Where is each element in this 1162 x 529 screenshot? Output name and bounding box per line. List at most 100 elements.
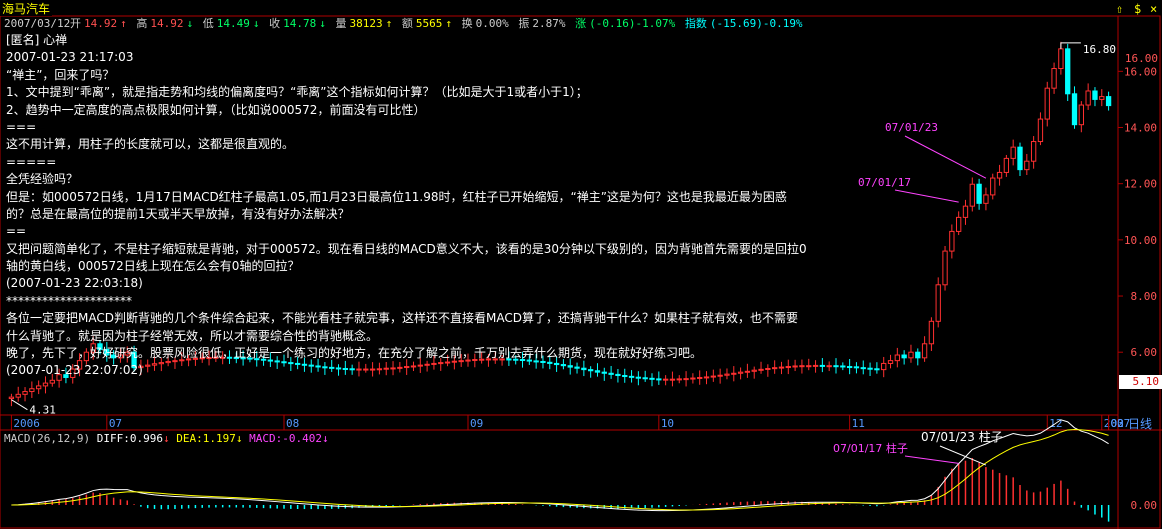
candle-body (1044, 87, 1050, 120)
candle-body (1010, 146, 1016, 159)
low-down-icon: ↓ (252, 17, 260, 30)
candle-body (1065, 48, 1071, 95)
note-line: (2007-01-23 22:03:18) (6, 276, 143, 291)
candle-body (874, 368, 880, 371)
amplitude-value: 2.87% (532, 17, 566, 30)
note-line: 但是：如000572日线，1月17日MACD红柱子最高1.05,而1月23日最高… (6, 189, 787, 204)
open-up-icon: ↑ (120, 17, 127, 30)
candle-body (8, 396, 15, 400)
up-arrow-icon[interactable]: ⇧ (1116, 2, 1123, 16)
index-label: 指数 (684, 17, 707, 30)
stock-name: 海马汽车 (0, 2, 53, 16)
dea-down-icon: ↓ (235, 432, 243, 445)
note-line: 晚了，先下了，好好研究。股票风险很低，正好是一个练习的好地方，在充分了解之前，千… (6, 346, 703, 361)
candle-body (36, 385, 42, 390)
dea-label: DEA: (176, 432, 203, 445)
high-value: 14.92 (150, 17, 184, 30)
candle-body (881, 362, 887, 371)
x-tick-label: 07 (109, 417, 122, 430)
candle-body (990, 177, 996, 196)
candle-body (1078, 104, 1084, 126)
candle-body (996, 171, 1003, 179)
candle-body (983, 194, 989, 204)
note-line: 的？总是在最高位的提前1天或半天早放掉，有没有好办法解决？ (6, 206, 350, 221)
y-tick-label: 6.00 (1131, 346, 1158, 359)
low-annotation: 4.31 (29, 404, 56, 417)
note-line: == (6, 224, 27, 239)
candle-body (901, 354, 907, 359)
candle-body (1037, 118, 1044, 143)
period-label: 日线 (1128, 417, 1152, 431)
candle-body (894, 354, 900, 362)
turnover-label: 换 (461, 17, 473, 30)
candle-body (1058, 48, 1064, 70)
diff-label: DIFF: (96, 432, 130, 445)
y-tick-label: 16.00 (1124, 65, 1157, 78)
date-annotation: 07/01/23 (885, 121, 938, 134)
candle-body (1024, 160, 1030, 171)
open-label: 开 (70, 17, 81, 30)
candle-body (908, 351, 914, 359)
macd-down-icon: ↓ (321, 432, 329, 445)
candle-body (867, 367, 873, 370)
forum-note: [匿名] 心禅 2007-01-23 21:17:03 “禅主”，回来了吗？ 1、文中… (6, 32, 866, 380)
close-label: 收 (269, 17, 281, 30)
candle-body (969, 183, 975, 207)
macd-annotation: 07/01/23 柱子 (921, 429, 1003, 444)
open-value: 14.92 (84, 17, 118, 30)
note-line: 各位一定要把MACD判断背驰的几个条件综合起来，不能光看柱子就完事，这样还不直接… (6, 311, 798, 326)
y-tick-label: 8.00 (1131, 290, 1158, 303)
candle-body (921, 343, 928, 359)
candle-body (15, 393, 21, 398)
low-label: 低 (202, 17, 214, 30)
date-arrow (894, 189, 959, 203)
candle-body (1105, 96, 1112, 107)
candle-body (22, 391, 28, 395)
macd-annotation: 07/01/17 柱子 (833, 441, 908, 455)
x-tick-label: 11 (852, 417, 865, 430)
y-tick-label: 14.00 (1124, 122, 1157, 135)
candle-body (935, 284, 941, 322)
note-line: “禅主”，回来了吗？ (6, 67, 115, 82)
x-tick-label: 03 (1111, 417, 1124, 430)
amount-value: 5565 (415, 17, 443, 30)
note-line: 轴的黄白线，000572日线上现在怎么会有0轴的回拉？ (6, 259, 300, 274)
y-tick-label: 16.00 (1124, 52, 1158, 65)
high-down-icon: ↓ (186, 17, 194, 30)
quote-stats: 开 14.92 ↑ 高 14.92 ↓ 低 14.49 ↓ 收 14.78 ↓ 量 38123 ↑ … (70, 17, 806, 31)
change-value: (-0.16)-1.07% (589, 17, 676, 30)
index-value: (-15.69)-0.19% (709, 17, 803, 30)
macd-zero-label: 0.00 (1131, 499, 1158, 512)
note-line: 全凭经验吗？ (6, 172, 79, 187)
candle-body (915, 351, 921, 359)
note-line: 2、趋势中一定高度的高点极限如何计算，（比如说000572，前面没有可比性） (6, 102, 426, 117)
amount-label: 额 (401, 17, 413, 30)
dea-value: 1.197 (202, 432, 236, 445)
change-label: 涨 (575, 17, 587, 30)
candle-body (1030, 141, 1037, 162)
dollar-icon[interactable]: $ (1134, 2, 1141, 16)
macd-title: MACD(26,12,9) (4, 432, 91, 445)
volume-label: 量 (335, 17, 347, 30)
candle-body (29, 388, 35, 393)
candle-body (1092, 90, 1098, 100)
current-price-tag: 5.10 (1119, 375, 1162, 389)
note-line: 又把问题简单化了，不是柱子缩短就是背驰，对于000572。现在看日线的MACD意… (6, 241, 807, 256)
close-icon[interactable]: × (1150, 2, 1157, 16)
note-line: 这不用计算，用柱子的长度就可以，这都是很直观的。 (6, 137, 295, 152)
macd-header: MACD(26,12,9) DIFF:0.996↓ DEA:1.197↓ MAC… (4, 432, 329, 445)
diff-value: 0.996 (129, 432, 163, 445)
title-bar: 海马汽车 (0, 0, 53, 18)
candle-body (1017, 146, 1023, 171)
candle-body (887, 360, 894, 364)
candle-body (42, 382, 49, 387)
candle-body (1003, 157, 1010, 173)
x-tick-label: 09 (470, 417, 483, 430)
candle-body (956, 216, 962, 232)
macd-arrow (904, 455, 959, 464)
close-value: 14.78 (283, 17, 317, 30)
candle-body (1051, 68, 1057, 89)
macd-value: -0.402 (282, 432, 322, 445)
candle-body (928, 320, 935, 345)
note-line: (2007-01-23 22:07:02) (6, 363, 143, 378)
